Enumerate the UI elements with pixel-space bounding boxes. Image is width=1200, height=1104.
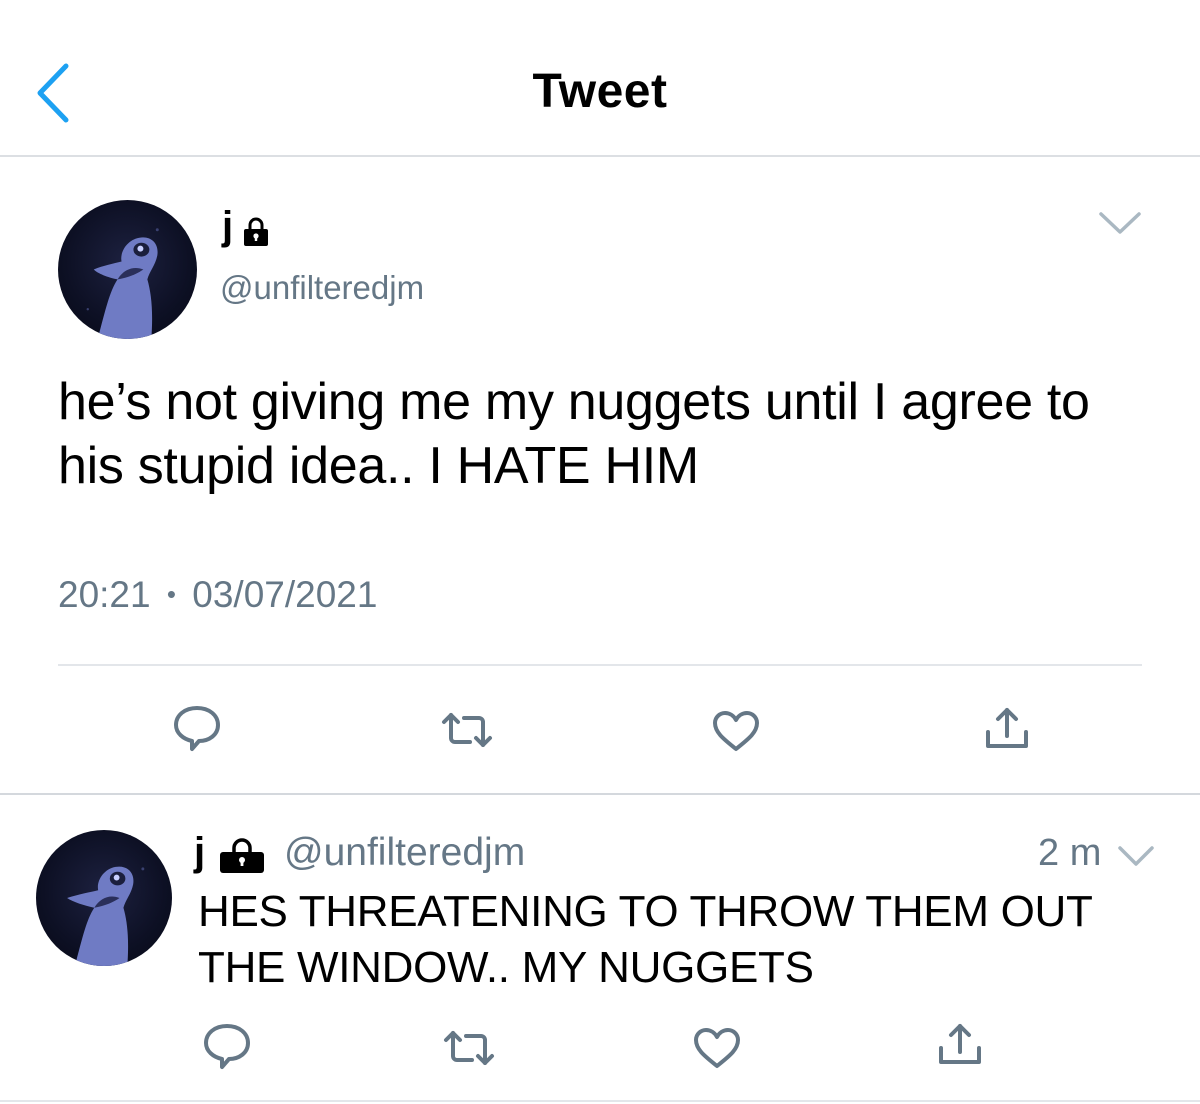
retweet-button[interactable] bbox=[442, 1028, 496, 1068]
page-title: Tweet bbox=[532, 65, 668, 118]
tweet-menu-button[interactable] bbox=[1097, 208, 1143, 238]
reply-icon bbox=[174, 706, 220, 751]
top-nav-bar: Tweet bbox=[0, 0, 1200, 157]
avatar-image bbox=[86, 228, 159, 339]
author-handle[interactable]: @unfilteredjm bbox=[284, 830, 525, 876]
like-icon bbox=[713, 711, 759, 751]
divider bbox=[0, 793, 1200, 795]
tweet-menu-button[interactable] bbox=[1116, 843, 1156, 869]
author-handle[interactable]: @unfilteredjm bbox=[220, 268, 424, 308]
avatar-image bbox=[67, 866, 145, 966]
avatar[interactable] bbox=[58, 200, 197, 339]
tweet-text: he’s not giving me my nuggets until I ag… bbox=[58, 373, 1090, 495]
tweet-text: HES THREATENING TO THROW THEM OUT THE WI… bbox=[198, 887, 1092, 992]
reply-icon bbox=[204, 1024, 250, 1069]
share-button[interactable] bbox=[937, 1022, 983, 1068]
retweet-button[interactable] bbox=[440, 710, 494, 750]
meta-separator: • bbox=[166, 579, 176, 609]
author-name: j bbox=[194, 830, 206, 874]
like-button[interactable] bbox=[692, 1026, 742, 1070]
avatar[interactable] bbox=[36, 830, 172, 966]
lock-icon bbox=[241, 217, 271, 247]
reply-button[interactable] bbox=[172, 704, 222, 752]
like-button[interactable] bbox=[711, 709, 761, 753]
tweet-time: 2 m bbox=[1038, 832, 1102, 874]
chevron-down-icon bbox=[1099, 212, 1141, 234]
retweet-icon bbox=[442, 713, 492, 747]
chevron-down-icon bbox=[1118, 846, 1154, 866]
share-icon bbox=[939, 1024, 981, 1064]
divider bbox=[0, 1100, 1200, 1102]
reply-button[interactable] bbox=[202, 1022, 252, 1070]
tweet-time: 20:21 bbox=[58, 574, 151, 615]
like-icon bbox=[694, 1028, 740, 1068]
share-icon bbox=[986, 708, 1028, 748]
retweet-icon bbox=[444, 1031, 494, 1065]
share-button[interactable] bbox=[984, 706, 1030, 752]
divider bbox=[58, 664, 1142, 666]
lock-icon bbox=[218, 838, 266, 874]
tweet-timestamp: 20:21 • 03/07/2021 bbox=[58, 572, 377, 617]
author-name: j bbox=[222, 204, 234, 248]
tweet-date: 03/07/2021 bbox=[192, 574, 378, 615]
